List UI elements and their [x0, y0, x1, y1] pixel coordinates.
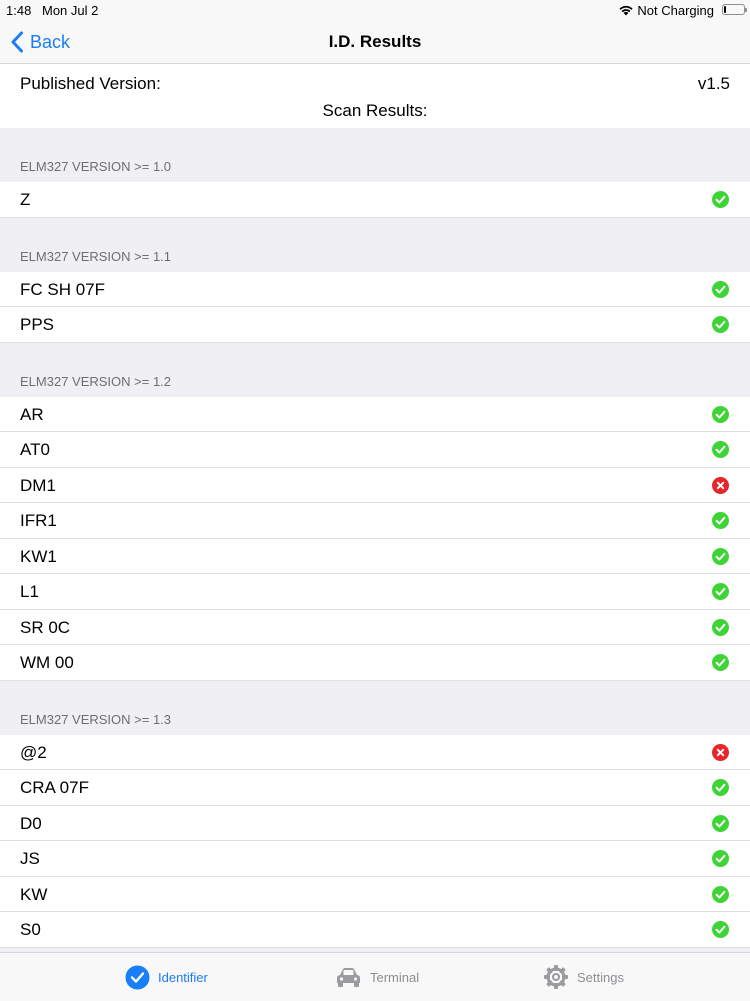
- result-section: ELM327 VERSION >= 1.2 AR AT0 DM1 IFR1 KW1 L1 SR…: [0, 343, 750, 681]
- checkmark-icon: [712, 654, 729, 671]
- tab-label: Terminal: [370, 969, 420, 985]
- result-section: ELM327 VERSION >= 1.0 Z: [0, 128, 750, 218]
- result-section: ELM327 VERSION >= 1.3 @2 CRA 07F D0 JS KW S0: [0, 681, 750, 948]
- list-item[interactable]: AT0: [0, 432, 750, 468]
- checkmark-icon: [712, 921, 729, 938]
- published-version-value: v1.5: [697, 74, 730, 93]
- error-icon: [712, 743, 729, 761]
- charging-status: Not Charging: [637, 3, 714, 18]
- command-label: JS: [20, 849, 40, 868]
- tab-label: Identifier: [158, 969, 208, 985]
- checkmark-icon: [712, 618, 729, 636]
- tab-settings[interactable]: Settings: [543, 953, 624, 1001]
- version-summary: Published Version: v1.5 Scan Results:: [0, 64, 750, 128]
- command-label: CRA 07F: [20, 778, 89, 797]
- section-header-label: ELM327 VERSION >= 1.3: [20, 711, 172, 727]
- checkmark-icon: [712, 280, 729, 298]
- command-label: DM1: [20, 475, 56, 495]
- command-label: L1: [20, 582, 39, 601]
- command-label: PPS: [20, 315, 55, 334]
- command-label: AR: [20, 404, 44, 424]
- list-item[interactable]: AR: [0, 396, 750, 432]
- checkmark-icon: [712, 850, 729, 867]
- list-item[interactable]: IFR1: [0, 503, 750, 539]
- command-label: D0: [20, 813, 42, 833]
- list-item[interactable]: CRA 07F: [0, 770, 750, 806]
- command-label: FC SH 07F: [20, 279, 106, 299]
- command-label: Z: [20, 190, 31, 209]
- tab-identifier[interactable]: Identifier: [125, 953, 208, 1001]
- checkmark-icon: [712, 441, 729, 458]
- checkmark-icon: [712, 547, 729, 565]
- scan-results-label: Scan Results:: [322, 101, 428, 120]
- list-item[interactable]: JS: [0, 841, 750, 877]
- car-icon: [337, 968, 360, 987]
- command-label: SR 0C: [20, 617, 71, 637]
- list-item[interactable]: Z: [0, 182, 750, 218]
- list-item[interactable]: WM 00: [0, 645, 750, 681]
- list-item[interactable]: DM1: [0, 467, 750, 503]
- status-time: 1:48: [6, 3, 32, 18]
- status-date: Mon Jul 2: [42, 3, 99, 18]
- section-header: ELM327 VERSION >= 1.3: [0, 681, 750, 735]
- checkmark-icon: [712, 885, 729, 903]
- error-icon: [712, 476, 729, 494]
- list-item[interactable]: KW: [0, 876, 750, 912]
- checkmark-icon: [712, 405, 729, 423]
- list-item[interactable]: KW1: [0, 538, 750, 574]
- page-title: I.D. Results: [328, 32, 422, 51]
- section-header-label: ELM327 VERSION >= 1.0: [20, 159, 172, 174]
- tab-terminal[interactable]: Terminal: [335, 953, 419, 1001]
- command-label: @2: [20, 742, 47, 762]
- command-label: KW1: [20, 546, 57, 566]
- gear-icon: [544, 965, 568, 989]
- list-item[interactable]: @2: [0, 734, 750, 770]
- list-item[interactable]: S0: [0, 912, 750, 948]
- navigation-bar: Back I.D. Results: [0, 22, 750, 64]
- list-item[interactable]: D0: [0, 805, 750, 841]
- list-item[interactable]: L1: [0, 574, 750, 610]
- command-label: WM 00: [20, 653, 74, 672]
- section-header: ELM327 VERSION >= 1.1: [0, 218, 750, 272]
- command-label: AT0: [20, 440, 50, 459]
- checkmark-icon: [712, 814, 729, 832]
- list-item[interactable]: FC SH 07F: [0, 271, 750, 307]
- section-header-label: ELM327 VERSION >= 1.1: [20, 248, 172, 264]
- list-item[interactable]: SR 0C: [0, 609, 750, 645]
- checkmark-icon: [712, 512, 729, 529]
- checkmark-icon: [712, 316, 729, 333]
- tab-label: Settings: [577, 969, 624, 985]
- results-list[interactable]: ELM327 VERSION >= 1.0 Z ELM327 VERSION >= …: [0, 128, 750, 948]
- wifi-icon: [619, 5, 633, 16]
- status-bar: 1:48 Mon Jul 2 Not Charging: [0, 0, 750, 22]
- list-item[interactable]: PPS: [0, 307, 750, 343]
- section-header: ELM327 VERSION >= 1.0: [0, 128, 750, 182]
- checkmark-icon: [712, 583, 729, 600]
- section-header: ELM327 VERSION >= 1.2: [0, 343, 750, 397]
- command-label: IFR1: [20, 511, 57, 530]
- tab-bar: Identifier Terminal Settings: [0, 952, 750, 1001]
- result-section: ELM327 VERSION >= 1.1 FC SH 07F PPS: [0, 218, 750, 343]
- command-label: S0: [20, 920, 41, 939]
- checkmark-circle-icon: [125, 965, 150, 989]
- checkmark-icon: [712, 779, 729, 796]
- published-version-label: Published Version:: [20, 74, 161, 93]
- checkmark-icon: [712, 191, 729, 208]
- battery-icon: [722, 4, 747, 15]
- section-header-label: ELM327 VERSION >= 1.2: [20, 373, 172, 389]
- command-label: KW: [20, 884, 48, 904]
